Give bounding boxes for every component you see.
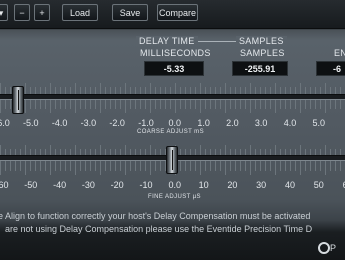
toolbar: ▾ − + Load Save Compare bbox=[0, 0, 345, 29]
preset-menu-arrow-button[interactable]: ▾ bbox=[0, 4, 8, 21]
coarse-slider-handle[interactable] bbox=[12, 86, 24, 114]
third-value-partial[interactable]: -6 bbox=[316, 61, 345, 76]
save-button[interactable]: Save bbox=[112, 4, 148, 21]
minus-button[interactable]: − bbox=[14, 4, 30, 21]
eventide-logo-icon bbox=[318, 242, 330, 254]
dropdown-arrow-icon: ▾ bbox=[0, 8, 4, 18]
fine-slider-handle[interactable] bbox=[166, 146, 178, 174]
milliseconds-value[interactable]: -5.33 bbox=[144, 61, 204, 76]
info-message-line-1: e Align to function correctly your host'… bbox=[0, 211, 311, 221]
samples-value[interactable]: -255.91 bbox=[232, 61, 288, 76]
milliseconds-header: MILLISECONDS bbox=[140, 48, 211, 58]
delay-time-header: DELAY TIME bbox=[136, 36, 198, 46]
coarse-scale-label: 6 bbox=[331, 118, 345, 128]
logo-text: P bbox=[330, 243, 338, 253]
fine-adjust-caption: FINE ADJUST µS bbox=[148, 194, 201, 200]
plugin-panel: ▾ − + Load Save Compare DELAY TIME SAMPL… bbox=[0, 0, 345, 260]
info-message-line-2: are not using Delay Compensation please … bbox=[5, 224, 313, 234]
fine-scale-label: 60 bbox=[331, 180, 345, 190]
coarse-adjust-caption: COARSE ADJUST mS bbox=[137, 129, 204, 135]
plus-button[interactable]: + bbox=[34, 4, 50, 21]
compare-button[interactable]: Compare bbox=[157, 4, 198, 21]
samples-header: SAMPLES bbox=[240, 48, 285, 58]
load-button[interactable]: Load bbox=[62, 4, 98, 21]
third-header-partial: EN bbox=[334, 48, 345, 58]
samples-top-header: SAMPLES bbox=[236, 36, 287, 46]
coarse-slider-track[interactable] bbox=[0, 94, 345, 100]
